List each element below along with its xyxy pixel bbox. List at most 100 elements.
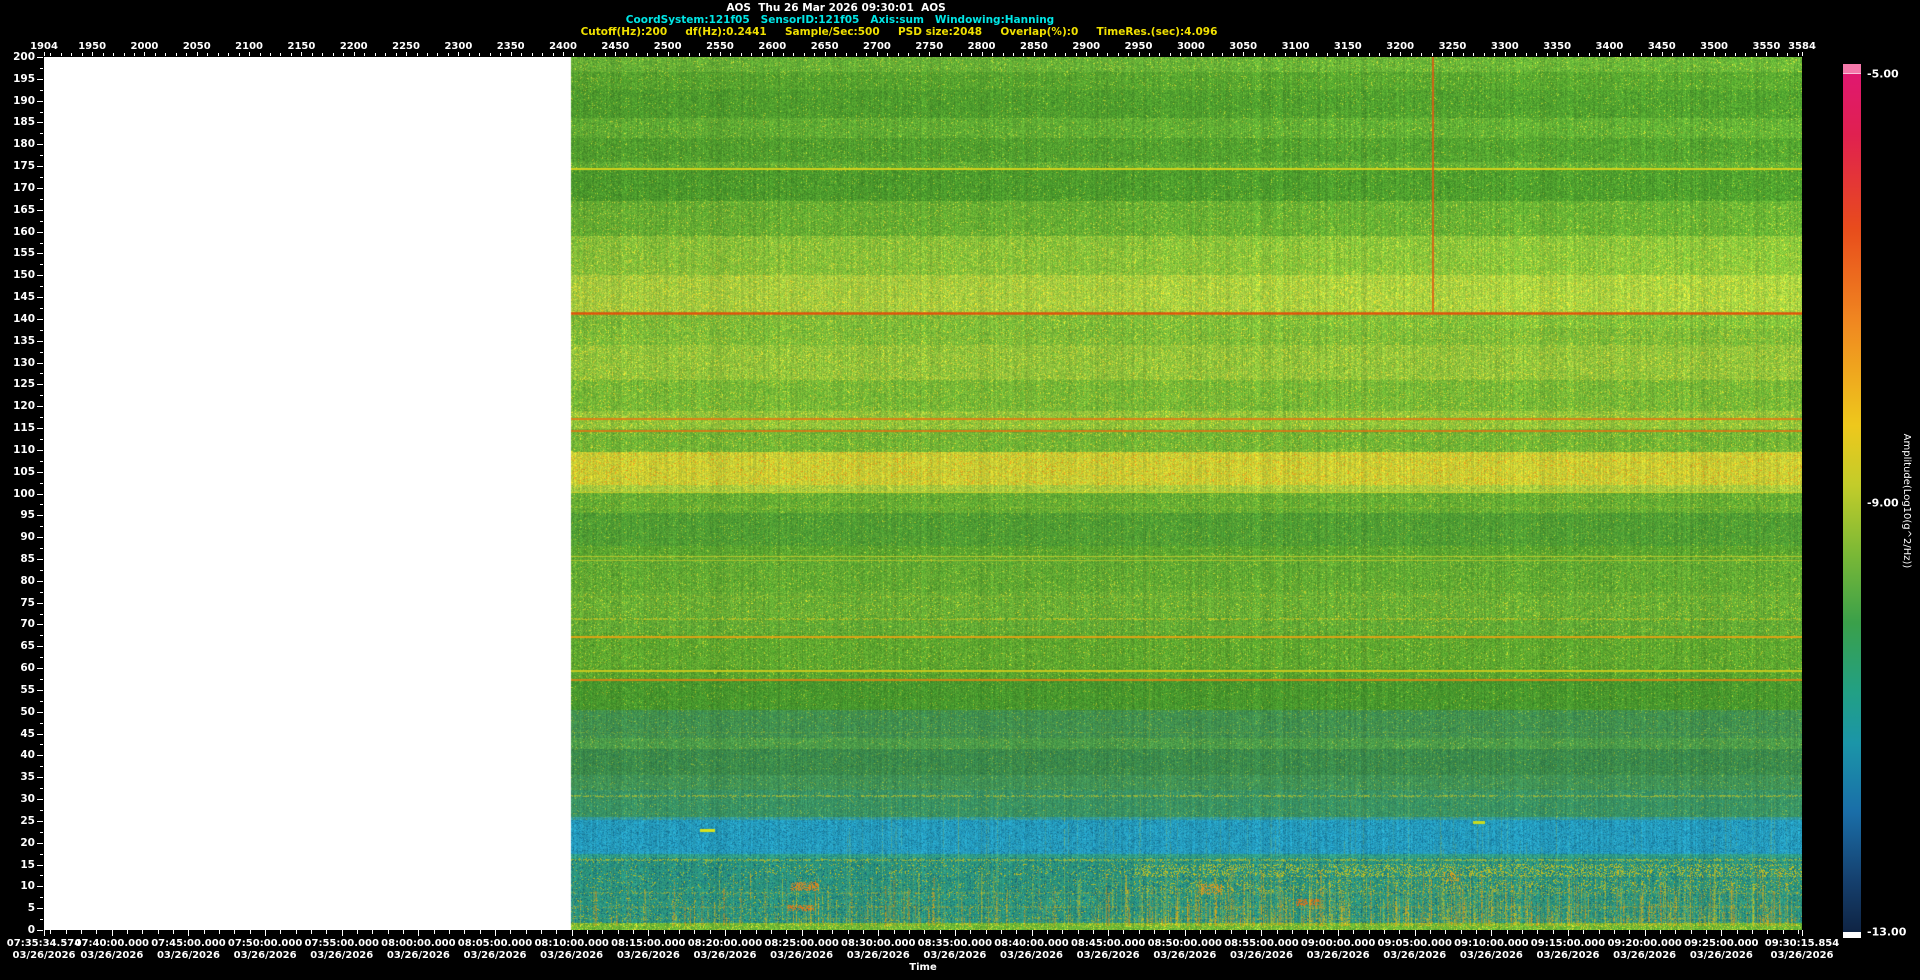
freq-axis-tick	[37, 253, 43, 255]
colorbar-max-label: -5.00	[1867, 67, 1899, 81]
time-axis-minor-tick	[295, 930, 297, 934]
top-axis-minor-tick	[489, 53, 491, 56]
top-axis-minor-tick	[1745, 53, 1747, 56]
freq-axis-label: 140	[13, 312, 35, 325]
top-axis-minor-tick	[521, 53, 523, 56]
top-axis-minor-tick	[1735, 53, 1737, 56]
freq-axis-tick	[37, 777, 43, 779]
top-axis-minor-tick	[1442, 53, 1444, 56]
freq-axis-label: 100	[13, 487, 35, 500]
top-axis-minor-tick	[699, 53, 701, 56]
colorbar-underrange-cap	[1843, 932, 1861, 938]
top-axis-minor-tick	[1787, 53, 1789, 56]
freq-axis-tick	[37, 886, 43, 888]
freq-axis-minor-tick	[40, 504, 43, 506]
time-axis-minor-tick	[755, 930, 757, 934]
top-axis-minor-tick	[1044, 53, 1046, 56]
top-axis-label: 2550	[706, 41, 734, 52]
top-axis-minor-tick	[1473, 53, 1475, 56]
date-label: 03/26/2026	[923, 950, 987, 961]
top-axis-minor-tick	[897, 53, 899, 56]
time-axis-minor-tick	[157, 930, 159, 934]
time-axis-minor-tick	[1414, 930, 1416, 934]
top-axis-minor-tick	[939, 53, 941, 56]
freq-axis-minor-tick	[40, 831, 43, 833]
top-axis-minor-tick	[887, 53, 889, 56]
freq-axis-label: 60	[20, 662, 35, 675]
top-axis-label: 3400	[1595, 41, 1624, 52]
top-axis-minor-tick	[782, 53, 784, 56]
top-axis-minor-tick	[1149, 53, 1151, 56]
top-axis-minor-tick	[1776, 53, 1778, 56]
freq-axis-tick	[37, 275, 43, 277]
freq-axis-tick	[37, 799, 43, 801]
freq-axis-minor-tick	[40, 853, 43, 855]
top-axis-tick	[249, 52, 251, 56]
freq-axis-minor-tick	[40, 635, 43, 637]
time-axis-minor-tick	[571, 930, 573, 934]
freq-axis-minor-tick	[40, 351, 43, 353]
time-axis-minor-tick	[1445, 930, 1447, 934]
time-axis-minor-tick	[648, 930, 650, 934]
freq-axis-label: 170	[13, 181, 35, 194]
top-axis-tick	[876, 52, 878, 56]
top-axis-minor-tick	[1274, 53, 1276, 56]
top-axis-label: 2250	[392, 41, 420, 52]
top-axis-minor-tick	[992, 53, 994, 56]
time-axis-minor-tick	[234, 930, 236, 934]
time-axis-minor-tick	[1092, 930, 1094, 934]
time-label: 09:30:15.854	[1764, 938, 1840, 949]
time-axis-minor-tick	[479, 930, 481, 934]
top-axis-minor-tick	[604, 53, 606, 56]
freq-axis-minor-tick	[40, 89, 43, 91]
time-axis-minor-tick	[541, 930, 542, 934]
freq-axis-label: 75	[20, 596, 35, 609]
top-axis-minor-tick	[814, 53, 816, 56]
time-axis-minor-tick	[970, 930, 972, 934]
freq-axis-label: 145	[13, 291, 35, 304]
date-label: 03/26/2026	[1229, 950, 1293, 961]
time-axis-minor-tick	[1368, 930, 1370, 934]
colorbar	[1843, 64, 1861, 938]
top-axis-label: 2200	[339, 41, 368, 52]
top-axis-label: 2000	[130, 41, 159, 52]
top-axis-minor-tick	[1431, 53, 1433, 56]
top-axis-minor-tick	[845, 53, 847, 56]
freq-axis-label: 80	[20, 574, 35, 587]
top-axis-minor-tick	[468, 53, 470, 56]
top-axis-label: 2100	[235, 41, 264, 52]
freq-axis-tick	[37, 166, 43, 168]
freq-axis-tick	[37, 471, 43, 473]
top-axis-minor-tick	[542, 53, 544, 56]
freq-axis-minor-tick	[40, 307, 43, 309]
freq-axis-minor-tick	[40, 809, 43, 811]
header-dsp-params: Cutoff(Hz):200 df(Hz):0.2441 Sample/Sec:…	[580, 26, 1218, 38]
freq-axis-label: 45	[20, 727, 35, 740]
date-label: 03/26/2026	[770, 950, 834, 961]
top-axis-minor-tick	[573, 53, 575, 56]
top-axis-minor-tick	[594, 53, 596, 56]
time-label: 08:30:00.000	[841, 938, 916, 949]
top-axis-minor-tick	[1536, 53, 1538, 56]
top-axis-label: 3450	[1647, 41, 1676, 52]
top-axis-label: 3150	[1333, 41, 1362, 52]
freq-axis-label: 70	[20, 618, 35, 631]
freq-axis-label: 5	[27, 902, 35, 915]
time-axis-minor-tick	[678, 930, 680, 934]
freq-axis-minor-tick	[40, 373, 43, 375]
freq-axis-label: 155	[13, 247, 35, 260]
top-axis-label: 3000	[1176, 41, 1205, 52]
top-axis-label: 2650	[810, 41, 839, 52]
top-axis-minor-tick	[81, 53, 83, 56]
time-axis-minor-tick	[1583, 930, 1585, 934]
top-axis-minor-tick	[1012, 53, 1014, 56]
date-label: 03/26/2026	[12, 950, 76, 961]
freq-axis-minor-tick	[40, 220, 43, 222]
time-axis-minor-tick	[1322, 930, 1324, 934]
spectrogram-canvas[interactable]	[44, 57, 1802, 930]
freq-axis-label: 200	[13, 51, 35, 63]
freq-axis-label: 195	[13, 72, 35, 85]
freq-axis-minor-tick	[40, 700, 43, 702]
time-axis-minor-tick	[1338, 930, 1340, 934]
freq-axis-tick	[37, 908, 43, 910]
